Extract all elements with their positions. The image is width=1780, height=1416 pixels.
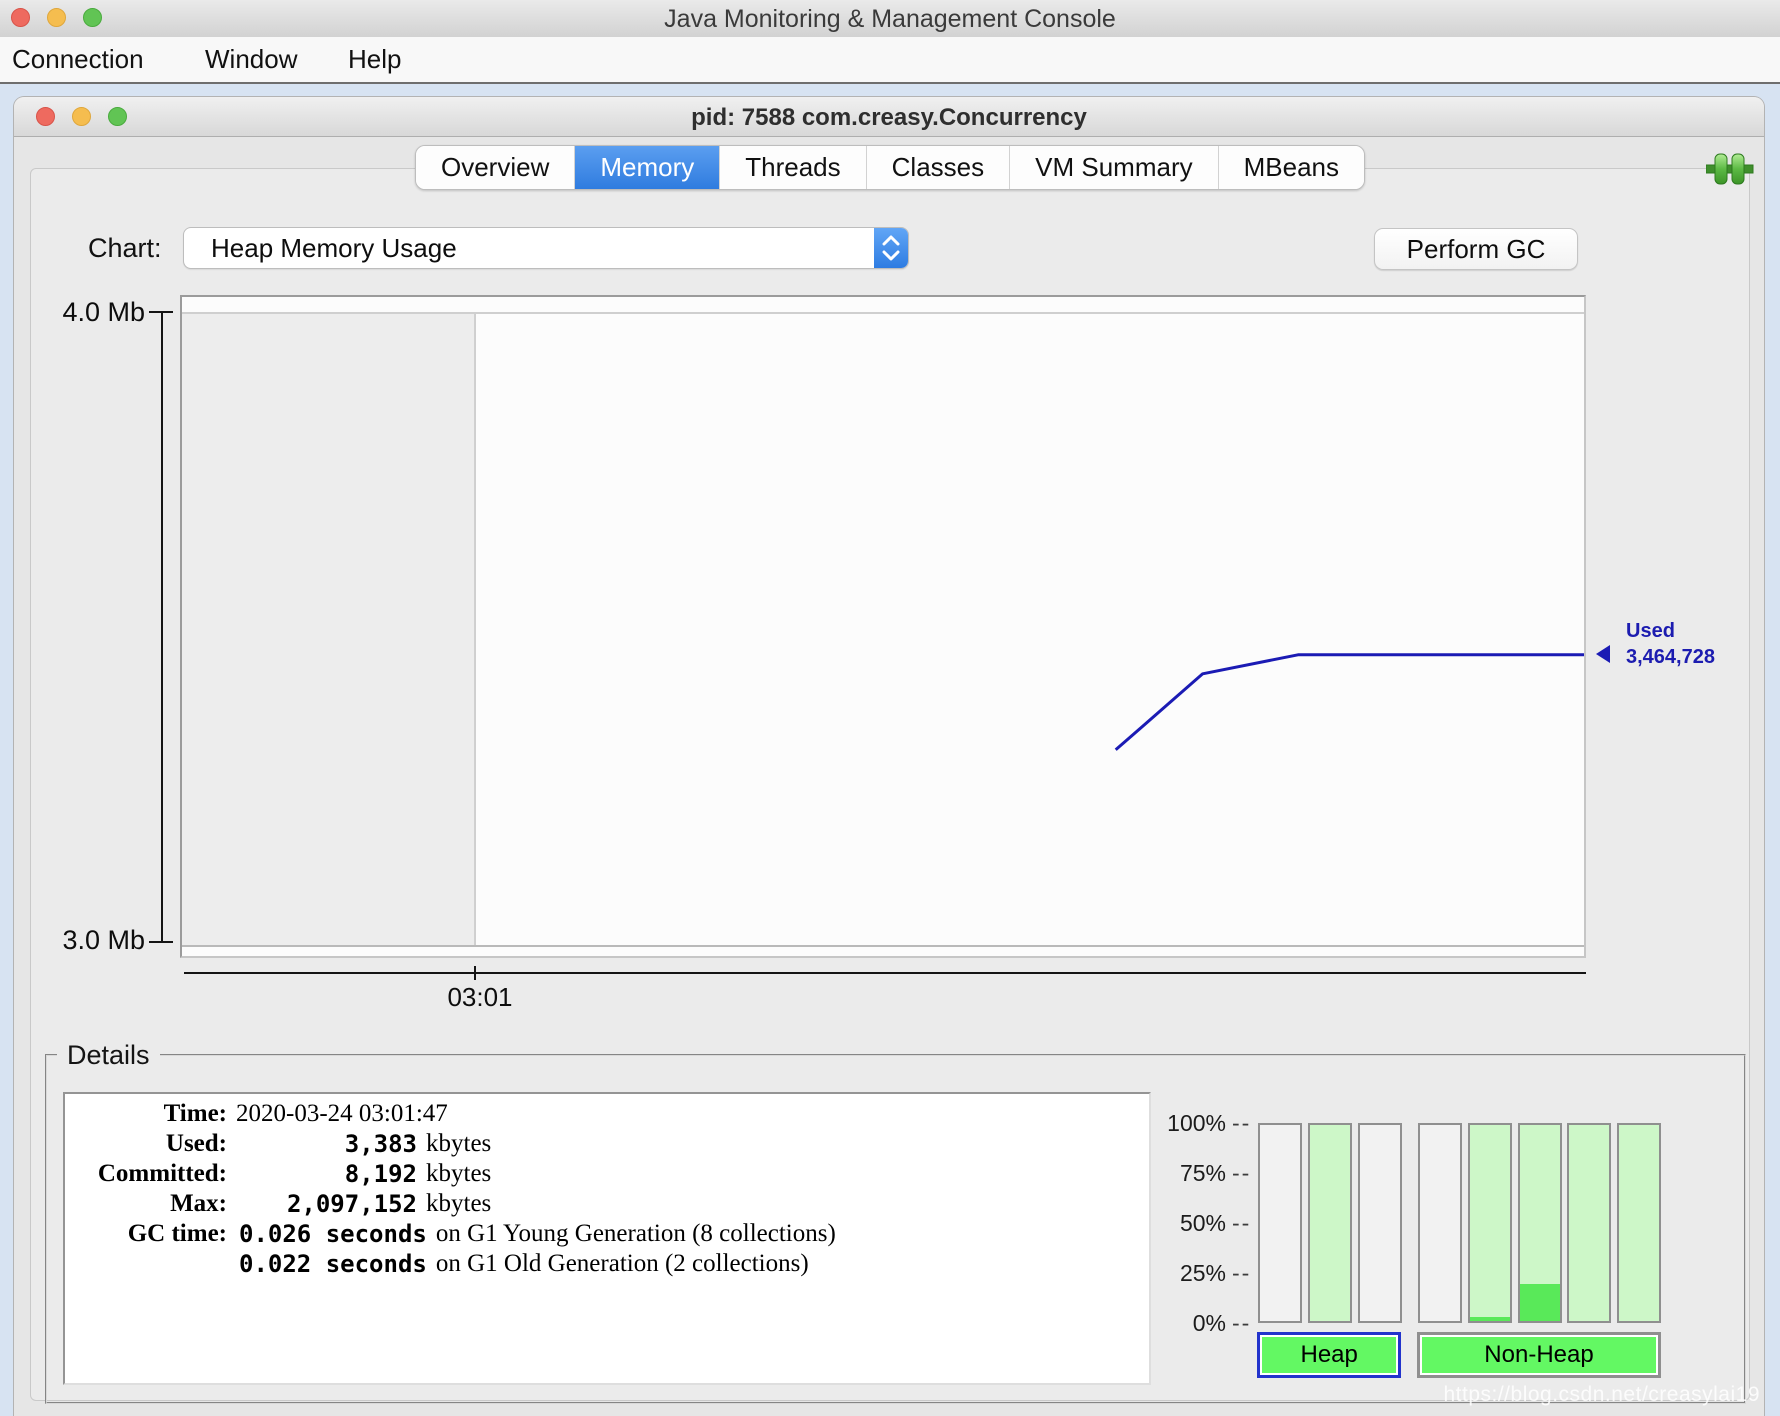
details-row: GC time: 0.026 seconds on G1 Young Generat… [65,1219,1145,1249]
watermark-text: https://blog.csdn.net/creasylai19 [1443,1383,1760,1407]
series-latest-value: Used 3,464,728 [1626,618,1715,670]
details-value-text: on G1 Young Generation (8 collections) [436,1219,836,1249]
tab-bar: OverviewMemoryThreadsClassesVM SummaryMB… [415,145,1365,190]
app-title: Java Monitoring & Management Console [0,5,1780,34]
details-row: Committed:8,192 kbytes [65,1159,1145,1189]
series-name: Used [1626,618,1715,644]
details-label: Committed: [65,1159,227,1189]
usage-axis-label: 0% [1160,1308,1226,1338]
chart-select[interactable]: Heap Memory Usage [183,227,909,269]
details-row: 0.022 seconds on G1 Old Generation (2 col… [65,1249,1145,1279]
details-row: Max:2,097,152 kbytes [65,1189,1145,1219]
details-row: Time: 2020-03-24 03:01:47 [65,1099,1145,1129]
y-axis-tick-top [149,311,173,313]
usage-bar-used-fill [1470,1317,1510,1321]
chart-select-stepper-icon[interactable] [874,228,908,268]
memory-usage-chart[interactable] [180,295,1586,958]
chart-dropdown-label: Chart: [88,233,162,264]
details-value-text: on G1 Old Generation (2 collections) [436,1249,809,1279]
menubar: Connection Window Help [0,37,1780,84]
usage-axis-label: 25% [1160,1258,1226,1288]
details-label: Max: [65,1189,227,1219]
usage-bar-non-heap-1[interactable] [1468,1123,1512,1323]
chart-plot [182,297,1584,956]
y-axis-label-bottom: 3.0 Mb [30,925,145,956]
usage-axis-label: 50% [1160,1208,1226,1238]
usage-bar-used-fill [1520,1284,1560,1321]
screen: Java Monitoring & Management Console Con… [0,0,1780,1416]
perform-gc-button[interactable]: Perform GC [1374,228,1578,270]
details-value-text: kbytes [426,1159,491,1189]
usage-bar-heap-1[interactable] [1308,1123,1352,1323]
y-axis-label-top: 4.0 Mb [30,297,145,328]
details-rows: Time: 2020-03-24 03:01:47 Used:3,383 kbytes… [65,1099,1145,1279]
usage-axis-label: 75% [1160,1158,1226,1188]
non-heap-button[interactable]: Non-Heap [1417,1332,1661,1378]
usage-bar-non-heap-4[interactable] [1617,1123,1661,1323]
window-title: pid: 7588 com.creasy.Concurrency [14,104,1764,132]
series-marker-arrow-icon [1596,645,1610,663]
y-axis-line [161,312,163,942]
x-axis-tick-label: 03:01 [415,982,545,1013]
details-row: Used:3,383 kbytes [65,1129,1145,1159]
x-axis-tick [474,966,476,980]
usage-axis-label: 100% [1160,1108,1226,1138]
usage-bar-heap-0[interactable] [1258,1123,1302,1323]
usage-bar-non-heap-2[interactable] [1518,1123,1562,1323]
details-label: GC time: [65,1219,227,1249]
details-value-number: 0.022 seconds [239,1249,427,1279]
details-label: Time: [65,1099,227,1129]
usage-bar-non-heap-0[interactable] [1418,1123,1462,1323]
tab-memory[interactable]: Memory [575,146,720,189]
details-value-number: 0.026 seconds [239,1219,427,1249]
usage-bar-heap-2[interactable] [1358,1123,1402,1323]
heap-button[interactable]: Heap [1257,1332,1401,1378]
details-value-number: 3,383 [227,1129,417,1159]
connection-status-icon [1706,150,1754,188]
menu-window[interactable]: Window [205,37,297,82]
tab-threads[interactable]: Threads [720,146,866,189]
tab-mbeans[interactable]: MBeans [1219,146,1364,189]
details-value-number: 2,097,152 [227,1189,417,1219]
tab-overview[interactable]: Overview [416,146,575,189]
details-value-text: 2020-03-24 03:01:47 [236,1099,448,1129]
menu-connection[interactable]: Connection [12,37,144,82]
details-label [65,1249,227,1279]
series-value: 3,464,728 [1626,644,1715,670]
details-value-text: kbytes [426,1129,491,1159]
chart-select-value: Heap Memory Usage [211,228,457,268]
usage-bar-non-heap-3[interactable] [1567,1123,1611,1323]
menu-help[interactable]: Help [348,37,401,82]
details-value-number: 8,192 [227,1159,417,1189]
tab-vm-summary[interactable]: VM Summary [1010,146,1218,189]
details-label: Used: [65,1129,227,1159]
tab-classes[interactable]: Classes [867,146,1010,189]
x-axis-line [184,972,1586,974]
details-value-text: kbytes [426,1189,491,1219]
y-axis-tick-bottom [149,941,173,943]
details-legend: Details [57,1040,160,1071]
memory-pools-usage-panel: 100%--75%--50%--25%--0%--HeapNon-Heap [1160,1100,1680,1395]
